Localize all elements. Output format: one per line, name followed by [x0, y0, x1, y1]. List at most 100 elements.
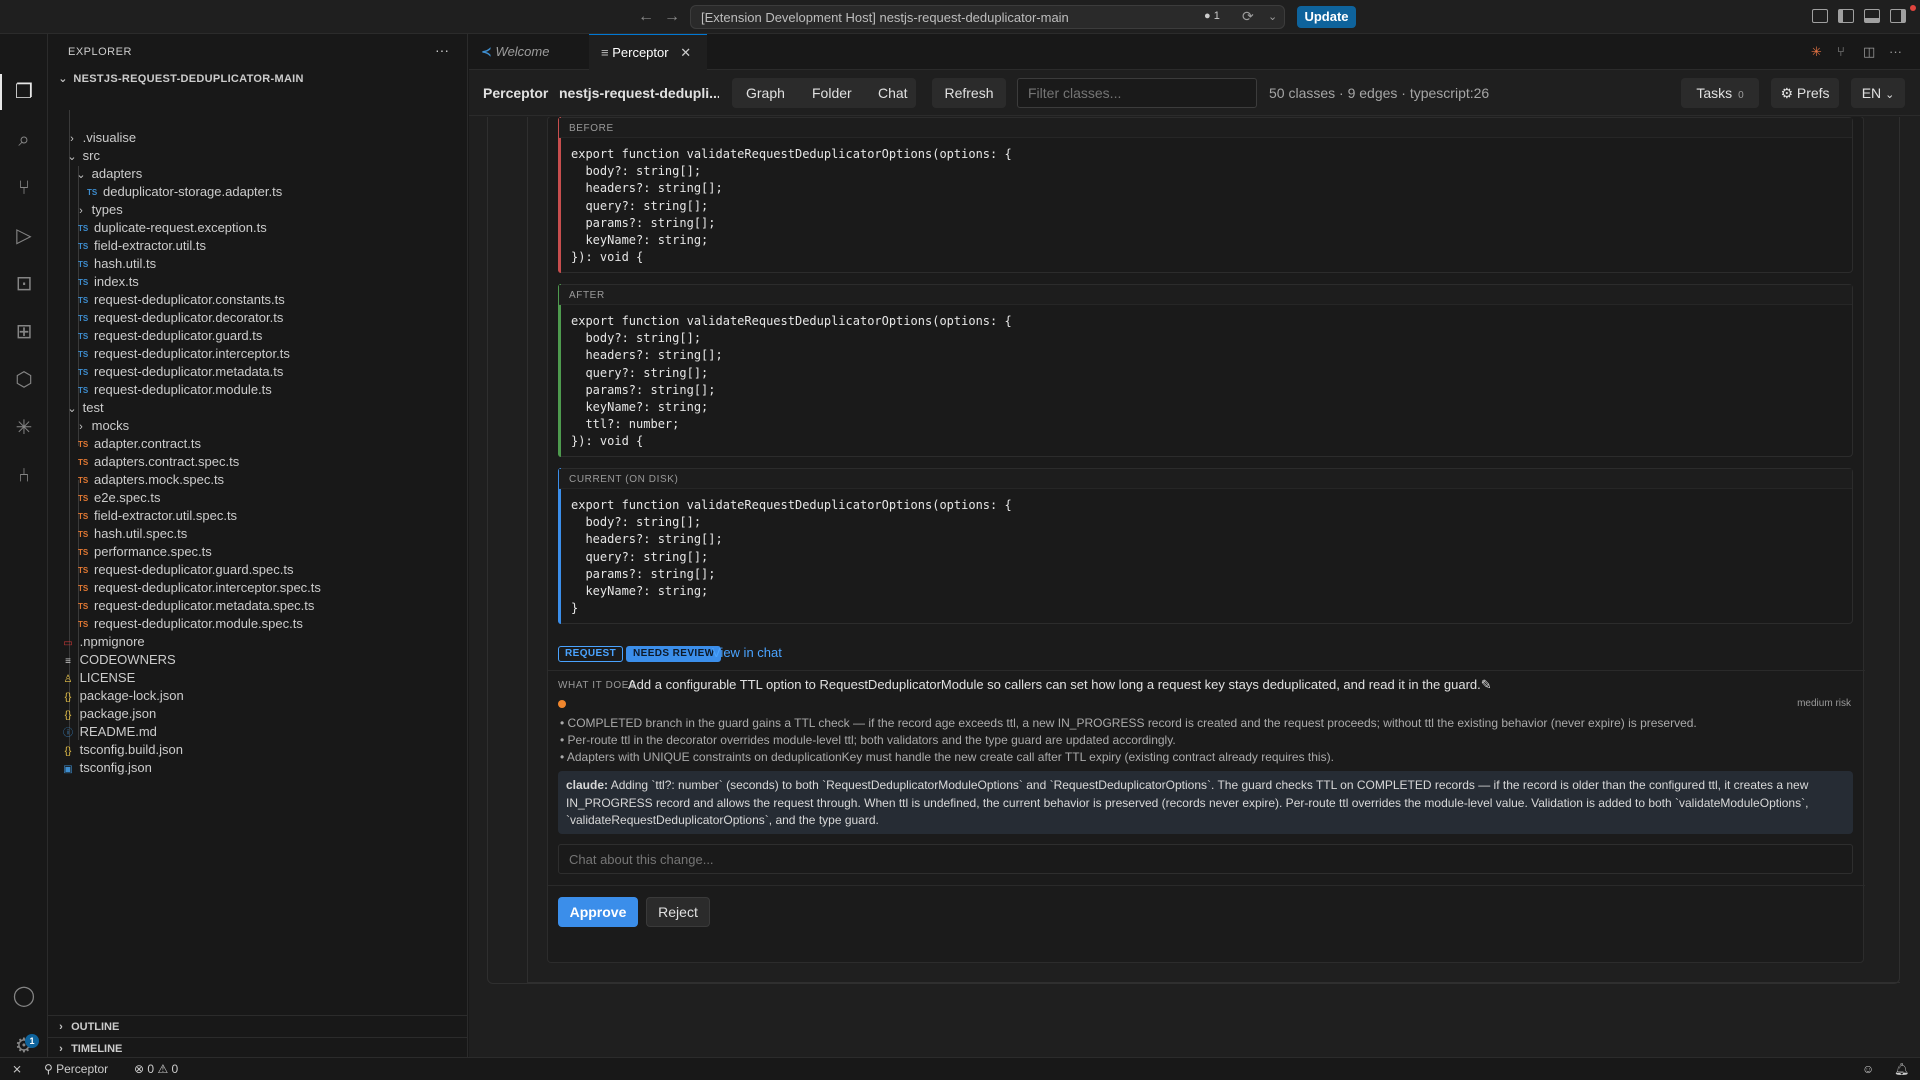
- reject-button[interactable]: Reject: [646, 897, 710, 927]
- editor-tab-bar: ≺ Welcome ≡ Perceptor ✕ ✳ ⑂ ◫ ···: [469, 34, 1920, 70]
- tasks-label: Tasks: [1696, 85, 1733, 101]
- notifications-bell-icon[interactable]: 🔔︎: [1894, 1062, 1909, 1076]
- back-arrow-icon[interactable]: ←: [638, 8, 654, 26]
- tree-item-label: field-extractor.util.ts: [94, 238, 206, 253]
- run-debug-icon[interactable]: ▷: [12, 224, 36, 248]
- tasks-count: 0: [1738, 90, 1744, 101]
- tree-item-label: package-lock.json: [79, 688, 184, 703]
- command-center-text: [Extension Development Host] nestjs-requ…: [701, 10, 1069, 25]
- outline-panel-header[interactable]: › OUTLINE: [48, 1015, 468, 1037]
- perceptor-icon[interactable]: ✳: [12, 416, 36, 440]
- chat-view-button[interactable]: Chat: [878, 85, 908, 101]
- request-badge: REQUEST: [558, 646, 624, 662]
- approve-button[interactable]: Approve: [558, 897, 638, 927]
- tree-item-label: index.ts: [94, 274, 139, 289]
- current-code: export function validateRequestDeduplica…: [571, 498, 1012, 616]
- brand-title: Perceptor: [483, 85, 549, 101]
- impact-bullet-text: Adapters with UNIQUE constraints on dedu…: [566, 750, 1334, 764]
- tree-item[interactable]: ▣ tsconfig.json: [48, 757, 468, 779]
- tab-welcome[interactable]: ≺ Welcome: [469, 34, 587, 70]
- after-code: export function validateRequestDeduplica…: [571, 314, 1012, 449]
- error-icon: ⊗: [134, 1062, 145, 1076]
- claude-author: claude:: [566, 778, 609, 792]
- extensions-icon[interactable]: ⊞: [12, 320, 36, 344]
- chevron-right-icon: ›: [59, 1021, 63, 1033]
- chevron-down-icon: ⌄: [58, 73, 68, 85]
- search-icon[interactable]: ⌕: [12, 128, 36, 152]
- impact-bullet: • Adapters with UNIQUE constraints on de…: [560, 750, 1334, 764]
- graph-view-button[interactable]: Graph: [746, 85, 785, 101]
- source-control-icon[interactable]: ⑂: [12, 176, 36, 200]
- claude-message: claude: Adding `ttl?: number` (seconds) …: [558, 771, 1853, 834]
- toggle-sidebar-icon[interactable]: [1838, 9, 1854, 23]
- dirty-count: 1: [1213, 10, 1220, 22]
- what-it-does-label: WHAT IT DOES: [558, 680, 637, 691]
- split-editor-icon[interactable]: ◫: [1863, 44, 1875, 60]
- remote-indicator-icon[interactable]: ⨯: [12, 1062, 22, 1076]
- tab-welcome-label: Welcome: [495, 44, 550, 59]
- vscode-logo-icon: ≺: [481, 44, 492, 59]
- sync-icon[interactable]: ⟳: [1242, 8, 1254, 25]
- timeline-panel-header[interactable]: › TIMELINE: [48, 1037, 468, 1059]
- tree-item-label: LICENSE: [79, 670, 136, 685]
- code-label-bar: [559, 285, 1852, 305]
- tree-item-label: field-extractor.util.spec.ts: [94, 508, 238, 523]
- tree-item-label: src: [82, 148, 100, 163]
- language-select[interactable]: EN ⌄: [1851, 78, 1905, 108]
- folder-view-button[interactable]: Folder: [812, 85, 852, 101]
- update-button[interactable]: Update: [1297, 6, 1356, 28]
- status-bar: ⨯ ⚲ Perceptor ⊗ 0 ⚠ 0 ☺ 🔔︎: [0, 1057, 1920, 1080]
- tree-item-label: .visualise: [82, 130, 137, 145]
- before-accent: [558, 117, 561, 273]
- tree-item-label: adapter.contract.ts: [94, 436, 201, 451]
- perceptor-webview: Perceptor nestjs-request-dedupli... Grap…: [469, 70, 1920, 1057]
- refresh-button[interactable]: Refresh: [932, 78, 1006, 108]
- tree-item-label: request-deduplicator.decorator.ts: [94, 310, 284, 325]
- dirty-indicator: ● 1: [1204, 10, 1220, 22]
- problems-status-item[interactable]: ⊗ 0 ⚠ 0: [134, 1062, 178, 1076]
- timeline-label: TIMELINE: [71, 1043, 123, 1055]
- tsconfig-icon: ▣: [63, 764, 73, 775]
- command-center[interactable]: [Extension Development Host] nestjs-requ…: [690, 5, 1285, 29]
- toggle-panel-icon[interactable]: [1864, 9, 1880, 23]
- layout-grid-icon[interactable]: [1812, 9, 1828, 23]
- needs-review-badge: NEEDS REVIEW: [626, 646, 722, 662]
- account-icon[interactable]: ◯: [12, 984, 36, 1008]
- risk-indicator-icon: [558, 700, 566, 708]
- webview-content[interactable]: BEFORE export function validateRequestDe…: [469, 117, 1920, 1057]
- perceptor-action-icon[interactable]: ✳: [1811, 44, 1822, 60]
- tasks-button[interactable]: Tasks 0: [1681, 78, 1759, 108]
- tree-item-label: request-deduplicator.guard.spec.ts: [94, 562, 294, 577]
- chat-input[interactable]: [558, 844, 1853, 874]
- tree-item-label: performance.spec.ts: [94, 544, 212, 559]
- copilot-icon[interactable]: ☺: [1862, 1062, 1874, 1076]
- prefs-button[interactable]: ⚙ Prefs: [1771, 78, 1839, 108]
- tree-item-label: adapters.contract.spec.ts: [94, 454, 240, 469]
- more-actions-icon[interactable]: ···: [435, 42, 449, 58]
- tab-perceptor[interactable]: ≡ Perceptor ✕: [589, 34, 707, 70]
- chevron-down-icon[interactable]: ⌄: [1268, 10, 1277, 23]
- explorer-icon[interactable]: ❐: [12, 80, 36, 104]
- tree-item-label: request-deduplicator.module.ts: [94, 382, 272, 397]
- source-control-action-icon[interactable]: ⑂: [1837, 44, 1845, 59]
- perceptor-status-item[interactable]: ⚲ Perceptor: [44, 1062, 108, 1076]
- forward-arrow-icon[interactable]: →: [664, 8, 680, 26]
- remote-explorer-icon[interactable]: ⊡: [12, 272, 36, 296]
- toggle-secondary-sidebar-icon[interactable]: [1890, 9, 1906, 23]
- impact-bullet: • COMPLETED branch in the guard gains a …: [560, 716, 1697, 730]
- workspace-root[interactable]: ⌄ NESTJS-REQUEST-DEDUPLICATOR-MAIN: [56, 72, 304, 85]
- view-in-chat-link[interactable]: View in chat: [712, 645, 782, 660]
- tree-item-label: duplicate-request.exception.ts: [94, 220, 267, 235]
- before-label: BEFORE: [569, 123, 614, 134]
- git-graph-icon[interactable]: ⑃: [12, 464, 36, 488]
- current-accent: [558, 468, 561, 624]
- graph-stats: 50 classes · 9 edges · typescript:26: [1269, 85, 1490, 101]
- more-actions-icon[interactable]: ···: [1889, 44, 1902, 59]
- close-icon[interactable]: ✕: [680, 45, 691, 60]
- filter-classes-input[interactable]: [1017, 78, 1257, 108]
- workspace-root-label: NESTJS-REQUEST-DEDUPLICATOR-MAIN: [73, 73, 304, 85]
- package-icon[interactable]: ⬡: [12, 368, 36, 392]
- perceptor-status-label: Perceptor: [56, 1062, 109, 1076]
- change-proposal-card: BEFORE export function validateRequestDe…: [547, 117, 1865, 963]
- tree-item-label: tsconfig.build.json: [79, 742, 183, 757]
